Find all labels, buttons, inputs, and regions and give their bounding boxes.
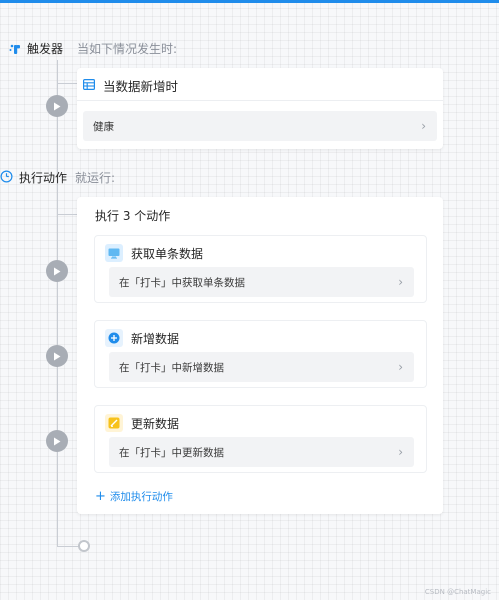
step-title-row: 新增数据 (105, 329, 179, 347)
step-title: 获取单条数据 (131, 246, 204, 261)
step-play-node[interactable] (46, 345, 68, 367)
add-action-label: 添加执行动作 (109, 491, 173, 503)
trigger-description: 当如下情况发生时: (77, 42, 178, 56)
step-detail: 在「打卡」中获取单条数据 (119, 276, 245, 289)
play-icon (54, 267, 61, 275)
action-section-label: 执行动作 就运行: (0, 169, 115, 186)
action-card-title: 执行 3 个动作 (95, 209, 171, 223)
chevron-right-icon: › (398, 360, 403, 374)
trigger-source-value: 健康 (93, 120, 114, 133)
step-detail: 在「打卡」中更新数据 (119, 446, 224, 459)
step-detail-row[interactable]: 在「打卡」中新增数据 › (109, 352, 414, 382)
action-description: 就运行: (75, 171, 116, 185)
step-detail: 在「打卡」中新增数据 (119, 361, 224, 374)
flow-branch (57, 83, 77, 84)
flow-end-node (78, 540, 90, 552)
play-icon (54, 102, 61, 110)
flow-branch (57, 546, 79, 547)
step-detail-row[interactable]: 在「打卡」中更新数据 › (109, 437, 414, 467)
chevron-right-icon: › (398, 275, 403, 289)
watermark: CSDN @ChatMagic (424, 588, 491, 596)
action-label: 执行动作 (19, 171, 68, 185)
play-icon (54, 437, 61, 445)
chevron-right-icon: › (421, 119, 426, 133)
step-detail-row[interactable]: 在「打卡」中获取单条数据 › (109, 267, 414, 297)
trigger-section-label: 触发器 当如下情况发生时: (9, 40, 177, 57)
trigger-label: 触发器 (27, 42, 64, 56)
play-icon (54, 352, 61, 360)
step-title: 更新数据 (131, 416, 180, 431)
step-play-node[interactable] (46, 260, 68, 282)
edit-icon (105, 414, 123, 432)
trigger-card-title: 当数据新增时 (103, 79, 179, 94)
plus-circle-icon (105, 329, 123, 347)
trigger-play-node[interactable] (46, 95, 68, 117)
trigger-source-row[interactable]: 健康 › (83, 111, 437, 141)
timer-icon (0, 169, 13, 186)
step-title: 新增数据 (131, 331, 180, 346)
chevron-right-icon: › (398, 445, 403, 459)
add-action-button[interactable]: + 添加执行动作 (95, 489, 173, 504)
flow-branch (57, 214, 77, 215)
table-icon (83, 78, 96, 93)
trigger-icon (9, 43, 21, 55)
trigger-card-header: 当数据新增时 (83, 76, 178, 95)
trigger-card-divider (77, 100, 443, 101)
monitor-icon (105, 244, 123, 262)
plus-icon: + (95, 489, 106, 504)
step-title-row: 更新数据 (105, 414, 179, 432)
step-play-node[interactable] (46, 430, 68, 452)
step-title-row: 获取单条数据 (105, 244, 203, 262)
top-accent-bar (0, 0, 499, 3)
trigger-card[interactable]: 当数据新增时 健康 › (77, 68, 443, 149)
flow-line (57, 60, 58, 546)
